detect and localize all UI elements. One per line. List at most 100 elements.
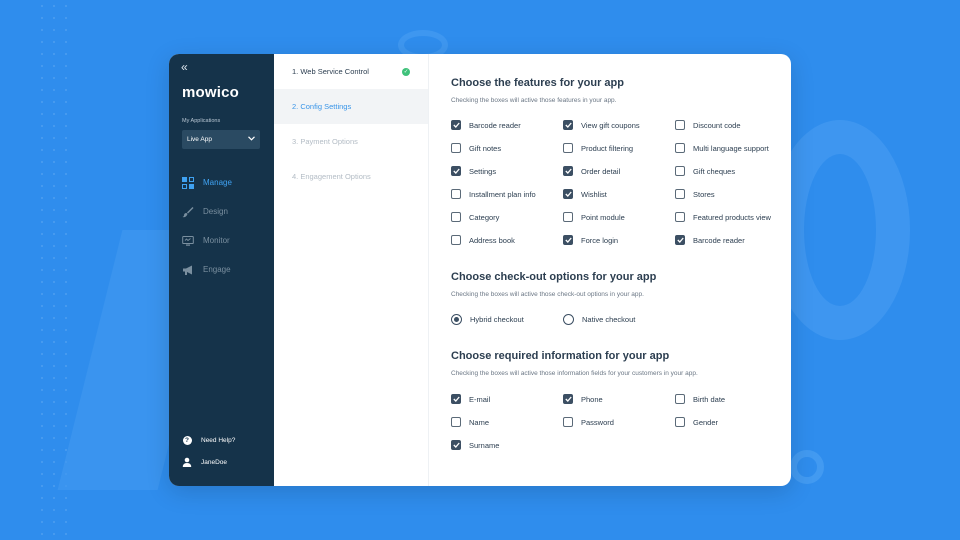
checkbox-unchecked[interactable] [451, 417, 461, 427]
checkbox-option[interactable]: Barcode reader [675, 235, 787, 259]
sidebar-item-monitor[interactable]: Monitor [182, 226, 232, 255]
sidebar-item-label: Design [203, 207, 228, 216]
option-label: Name [469, 418, 490, 427]
sidebar-item-design[interactable]: Design [182, 197, 232, 226]
sidebar-item-manage[interactable]: Manage [182, 168, 232, 197]
option-label: Birth date [693, 395, 726, 404]
checkbox-option[interactable]: E-mail [451, 394, 563, 418]
checkbox-option[interactable]: Order detail [563, 166, 675, 190]
checkbox-option[interactable]: Category [451, 212, 563, 236]
checkbox-option[interactable]: Birth date [675, 394, 787, 418]
required-info-title: Choose required information for your app [451, 350, 670, 362]
features-description: Checking the boxes will active those fea… [451, 97, 617, 104]
option-label: Multi language support [693, 144, 769, 153]
step-config-settings[interactable]: 2. Config Settings [274, 89, 428, 124]
checkbox-option[interactable]: Wishlist [563, 189, 675, 213]
option-label: Category [469, 213, 500, 222]
app-window: « mowico My Applications Live App Manage… [169, 54, 791, 486]
checkout-description: Checking the boxes will active those che… [451, 291, 644, 298]
checkbox-option[interactable]: Stores [675, 189, 787, 213]
step-payment-options[interactable]: 3. Payment Options [274, 124, 428, 159]
radio-checked[interactable] [451, 314, 462, 325]
checkbox-option[interactable]: Gender [675, 417, 787, 441]
background-ring-small [790, 450, 824, 484]
user-icon [182, 457, 192, 467]
checkbox-checked[interactable] [451, 394, 461, 404]
checkbox-option[interactable]: Featured products view [675, 212, 787, 236]
checkbox-unchecked[interactable] [675, 212, 685, 222]
checkbox-checked[interactable] [451, 440, 461, 450]
checkbox-checked[interactable] [563, 166, 573, 176]
checkbox-option[interactable]: Gift notes [451, 143, 563, 167]
chevron-down-icon [248, 136, 255, 143]
checkbox-checked[interactable] [563, 189, 573, 199]
checkbox-option[interactable]: Multi language support [675, 143, 787, 167]
radio-option[interactable]: Native checkout [563, 314, 675, 338]
checkbox-checked[interactable] [563, 120, 573, 130]
sidebar-item-label: Monitor [203, 236, 230, 245]
checkbox-unchecked[interactable] [675, 166, 685, 176]
option-label: E-mail [469, 395, 491, 404]
checkbox-option[interactable]: Address book [451, 235, 563, 259]
checkbox-unchecked[interactable] [675, 417, 685, 427]
checkbox-unchecked[interactable] [563, 143, 573, 153]
radio-unchecked[interactable] [563, 314, 574, 325]
checkbox-unchecked[interactable] [675, 394, 685, 404]
checkbox-unchecked[interactable] [563, 212, 573, 222]
features-title: Choose the features for your app [451, 77, 624, 89]
checkbox-unchecked[interactable] [675, 189, 685, 199]
radio-option[interactable]: Hybrid checkout [451, 314, 563, 338]
checkbox-checked[interactable] [451, 166, 461, 176]
checkbox-unchecked[interactable] [451, 143, 461, 153]
checkbox-option[interactable]: Point module [563, 212, 675, 236]
checkbox-option[interactable]: Settings [451, 166, 563, 190]
step-engagement-options[interactable]: 4. Engagement Options [274, 159, 428, 194]
checkbox-option[interactable]: Discount code [675, 120, 787, 144]
monitor-icon [182, 235, 194, 247]
checkbox-option[interactable]: Surname [451, 440, 563, 464]
option-label: Barcode reader [469, 121, 521, 130]
option-label: Barcode reader [693, 236, 745, 245]
step-label: 4. Engagement Options [292, 172, 371, 181]
option-label: Stores [693, 190, 715, 199]
checkbox-option[interactable]: Password [563, 417, 675, 441]
checkbox-option[interactable]: Force login [563, 235, 675, 259]
option-label: Discount code [693, 121, 741, 130]
checkbox-option[interactable]: Installment plan info [451, 189, 563, 213]
checkbox-option[interactable]: View gift coupons [563, 120, 675, 144]
step-web-service-control[interactable]: 1. Web Service Control ✓ [274, 54, 428, 89]
checkbox-unchecked[interactable] [675, 120, 685, 130]
checkbox-option[interactable]: Gift cheques [675, 166, 787, 190]
checkbox-unchecked[interactable] [675, 143, 685, 153]
option-label: Wishlist [581, 190, 607, 199]
collapse-sidebar-button[interactable]: « [181, 60, 188, 74]
checkbox-unchecked[interactable] [451, 235, 461, 245]
need-help-link[interactable]: ? Need Help? [182, 435, 235, 445]
required-info-options: E-mail Phone Birth date Name Password Gender S… [451, 394, 787, 464]
sidebar-item-engage[interactable]: Engage [182, 255, 232, 284]
logo: mowico [182, 84, 240, 101]
checkbox-checked[interactable] [675, 235, 685, 245]
checkbox-checked[interactable] [563, 235, 573, 245]
checkbox-option[interactable]: Barcode reader [451, 120, 563, 144]
application-select[interactable]: Live App [182, 130, 260, 149]
checkbox-checked[interactable] [563, 394, 573, 404]
sidebar-item-label: Engage [203, 265, 231, 274]
user-profile-link[interactable]: JaneDoe [182, 457, 227, 467]
option-label: View gift coupons [581, 121, 640, 130]
application-select-value: Live App [187, 136, 212, 143]
option-label: Gender [693, 418, 719, 427]
checkbox-unchecked[interactable] [451, 212, 461, 222]
checkbox-option[interactable]: Product filtering [563, 143, 675, 167]
option-label: Order detail [581, 167, 621, 176]
user-name: JaneDoe [201, 458, 228, 466]
checkbox-option[interactable]: Name [451, 417, 563, 441]
features-options: Barcode reader View gift coupons Discount … [451, 120, 787, 259]
checkbox-unchecked[interactable] [451, 189, 461, 199]
checkbox-checked[interactable] [451, 120, 461, 130]
background-ring [770, 120, 910, 340]
checkbox-option[interactable]: Phone [563, 394, 675, 418]
checkbox-unchecked[interactable] [563, 417, 573, 427]
step-label: 2. Config Settings [292, 102, 352, 111]
option-label: Settings [469, 167, 497, 176]
